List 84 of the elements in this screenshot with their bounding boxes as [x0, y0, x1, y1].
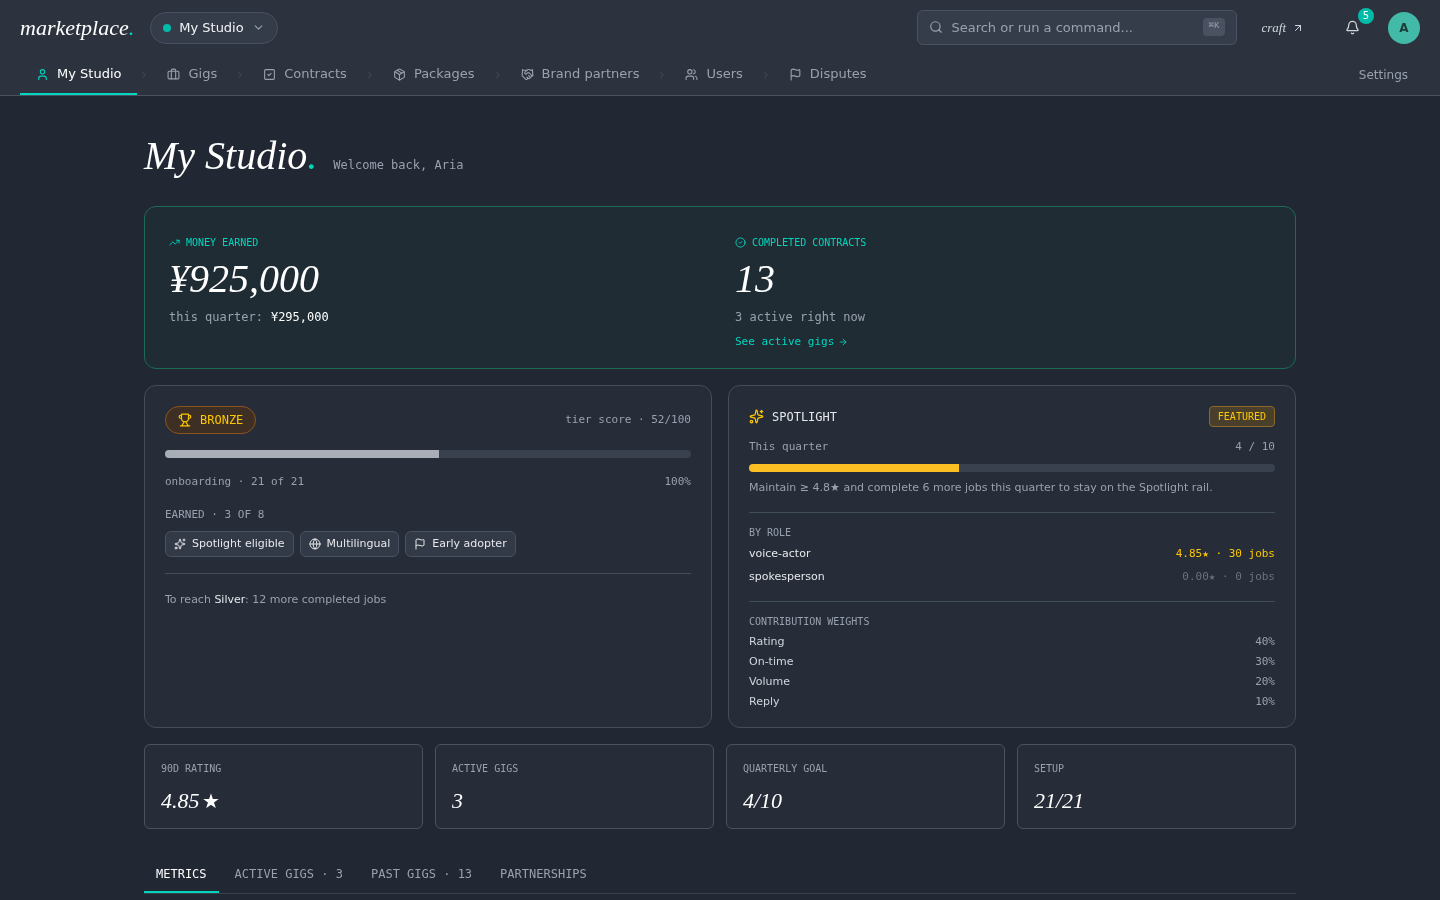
title-dot: . [307, 136, 318, 176]
stat-value: 21/21 [1034, 787, 1085, 815]
people-icon [685, 67, 699, 81]
roles-label: BY ROLE [749, 526, 793, 540]
role-name: voice-actor [749, 546, 811, 562]
onboarding-percent: 100% [664, 474, 691, 490]
star-icon: ★ [201, 785, 220, 816]
notification-count: 5 [1358, 7, 1374, 24]
workspace-switcher[interactable]: My Studio [150, 11, 278, 44]
stat-value: 3 [452, 787, 463, 815]
logo-text: marketplace [20, 14, 129, 42]
tier-score: tier score · 52/100 [565, 411, 691, 428]
welcome-text: Welcome back, Aria [333, 157, 464, 174]
active-count-text: 3 active right now [735, 309, 867, 326]
flag-icon [788, 67, 802, 81]
box-icon [392, 67, 406, 81]
section-tab[interactable]: ACTIVE GIGS · 3 [222, 865, 355, 893]
period-label: This quarter [749, 439, 829, 455]
weight-value: 10% [1255, 695, 1275, 709]
weight-value: 20% [1255, 675, 1275, 689]
nav-tab[interactable]: Users [669, 55, 759, 95]
nav-tab[interactable]: Contracts [247, 55, 363, 95]
weight-name: On-time [749, 655, 794, 669]
logo-dot: . [128, 14, 135, 42]
stat-value: 4.85 [161, 787, 200, 815]
sparkles-icon [174, 538, 186, 550]
spotlight-note: Maintain ≥ 4.8★ and complete 6 more jobs this quarter to stay on the Spotlight rail. [749, 479, 1214, 496]
section-tab[interactable]: PAST GIGS · 13 [358, 865, 485, 893]
check-circle-icon [735, 237, 746, 248]
briefcase-icon [167, 67, 181, 81]
spotlight-title: SPOTLIGHT [772, 408, 838, 426]
person-icon [36, 67, 49, 81]
period-count: 4 / 10 [1235, 439, 1275, 455]
role-name: spokesperson [749, 568, 825, 585]
contracts-label: COMPLETED CONTRACTS [752, 236, 867, 250]
flag-icon [414, 538, 427, 550]
settings-link[interactable]: Settings [1358, 66, 1420, 84]
stat-label: ACTIVE GIGS [452, 762, 520, 776]
nav-tab[interactable]: Disputes [772, 55, 883, 95]
stat-label: QUARTERLY GOAL [743, 762, 829, 776]
featured-badge: FEATURED [1208, 406, 1275, 427]
handshake-icon [520, 67, 534, 81]
role-stats: 0.00★ · 0 jobs [1182, 568, 1275, 585]
sparkles-icon [749, 409, 764, 424]
nav-tab[interactable]: My Studio [20, 55, 138, 95]
arrow-right-icon [838, 337, 849, 348]
bell-icon [1344, 20, 1360, 35]
search-icon [929, 20, 944, 34]
craft-link[interactable]: craft [1261, 17, 1304, 38]
nav-tab[interactable]: Gigs [151, 55, 234, 95]
weight-name: Volume [749, 675, 790, 689]
checkbox-icon [263, 67, 277, 81]
quarter-label: this quarter: [169, 309, 263, 326]
money-label: MONEY EARNED [186, 236, 259, 250]
weights-label: CONTRIBUTION WEIGHTS [749, 615, 871, 629]
trend-up-icon [169, 237, 180, 248]
achievement-chip: Early adopter [405, 531, 516, 557]
active-gigs-link[interactable]: See active gigs [735, 334, 849, 351]
earned-label: EARNED · 3 OF 8 [165, 506, 266, 523]
nav-tab[interactable]: Packages [376, 55, 491, 95]
achievement-chip: Spotlight eligible [165, 531, 294, 557]
achievement-chip: Multilingual [299, 531, 400, 557]
weight-value: 30% [1255, 655, 1275, 669]
globe-icon [308, 538, 321, 550]
weight-name: Reply [749, 695, 780, 709]
section-tab[interactable]: METRICS [144, 865, 219, 893]
stat-label: SETUP [1034, 762, 1066, 776]
trophy-icon [178, 413, 192, 427]
weight-name: Rating [749, 635, 785, 649]
role-stats: 4.85★ · 30 jobs [1175, 546, 1275, 562]
onboarding-text: onboarding · 21 of 21 [165, 474, 305, 490]
avatar[interactable]: A [1388, 11, 1420, 44]
section-tab[interactable]: PARTNERSHIPS [488, 865, 599, 893]
stat-label: 90D RATING [161, 762, 223, 776]
money-value: ¥925,000 [169, 255, 320, 303]
weight-value: 40% [1255, 635, 1275, 649]
quarter-value: ¥295,000 [270, 309, 329, 326]
nav-tab[interactable]: Brand partners [504, 55, 656, 95]
contracts-value: 13 [735, 255, 776, 303]
stat-value: 4/10 [743, 787, 783, 815]
tier-badge: BRONZE [165, 406, 257, 434]
next-tier-text: To reach Silver: 12 more completed jobs [165, 593, 387, 606]
shortcut-key: ⌘K [1202, 18, 1226, 36]
page-title: My Studio [144, 136, 308, 176]
